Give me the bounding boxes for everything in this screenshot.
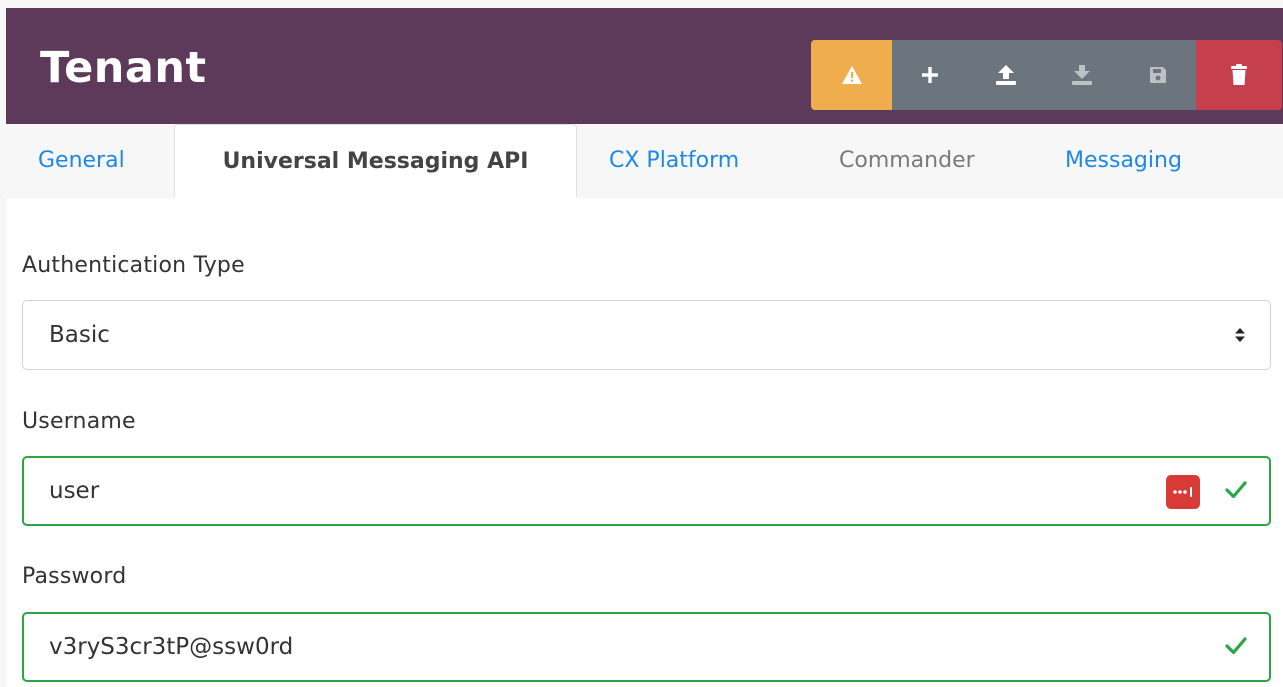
upload-icon — [995, 64, 1017, 86]
floppy-disk-icon — [1149, 66, 1167, 84]
tab-cx-platform[interactable]: CX Platform — [609, 124, 739, 198]
tab-bar: General Universal Messaging API CX Platf… — [6, 124, 1283, 199]
save-button[interactable] — [1120, 40, 1196, 110]
username-field[interactable]: user — [22, 456, 1271, 526]
checkmark-icon — [1225, 636, 1247, 661]
toolbar — [811, 40, 1282, 110]
delete-button[interactable] — [1196, 40, 1282, 110]
upload-button[interactable] — [968, 40, 1044, 110]
auth-type-value: Basic — [49, 322, 110, 348]
auth-type-label: Authentication Type — [22, 253, 245, 278]
download-button[interactable] — [1044, 40, 1120, 110]
tenant-page: Tenant General Universal Messaging API C… — [0, 0, 1283, 687]
page-header: Tenant — [6, 8, 1283, 124]
warning-button[interactable] — [811, 40, 892, 110]
select-arrows-icon — [1234, 327, 1246, 348]
page-title: Tenant — [40, 43, 207, 93]
checkmark-icon — [1225, 480, 1247, 505]
password-value: v3ryS3cr3tP@ssw0rd — [49, 634, 294, 660]
tab-messaging[interactable]: Messaging — [1065, 124, 1182, 198]
username-label: Username — [22, 409, 136, 434]
password-manager-icon[interactable] — [1166, 475, 1200, 509]
auth-type-select[interactable]: Basic — [22, 300, 1271, 370]
tab-general[interactable]: General — [38, 124, 125, 198]
plus-icon — [921, 66, 939, 84]
form-panel: Authentication Type Basic Username user — [6, 198, 1283, 687]
download-icon — [1071, 64, 1093, 86]
warning-triangle-icon — [841, 65, 863, 85]
add-button[interactable] — [892, 40, 968, 110]
password-field[interactable]: v3ryS3cr3tP@ssw0rd — [22, 612, 1271, 682]
tab-commander[interactable]: Commander — [839, 124, 975, 198]
tab-universal-messaging-api[interactable]: Universal Messaging API — [174, 124, 577, 198]
password-label: Password — [22, 564, 127, 589]
trash-icon — [1230, 64, 1248, 86]
username-value: user — [49, 478, 100, 504]
